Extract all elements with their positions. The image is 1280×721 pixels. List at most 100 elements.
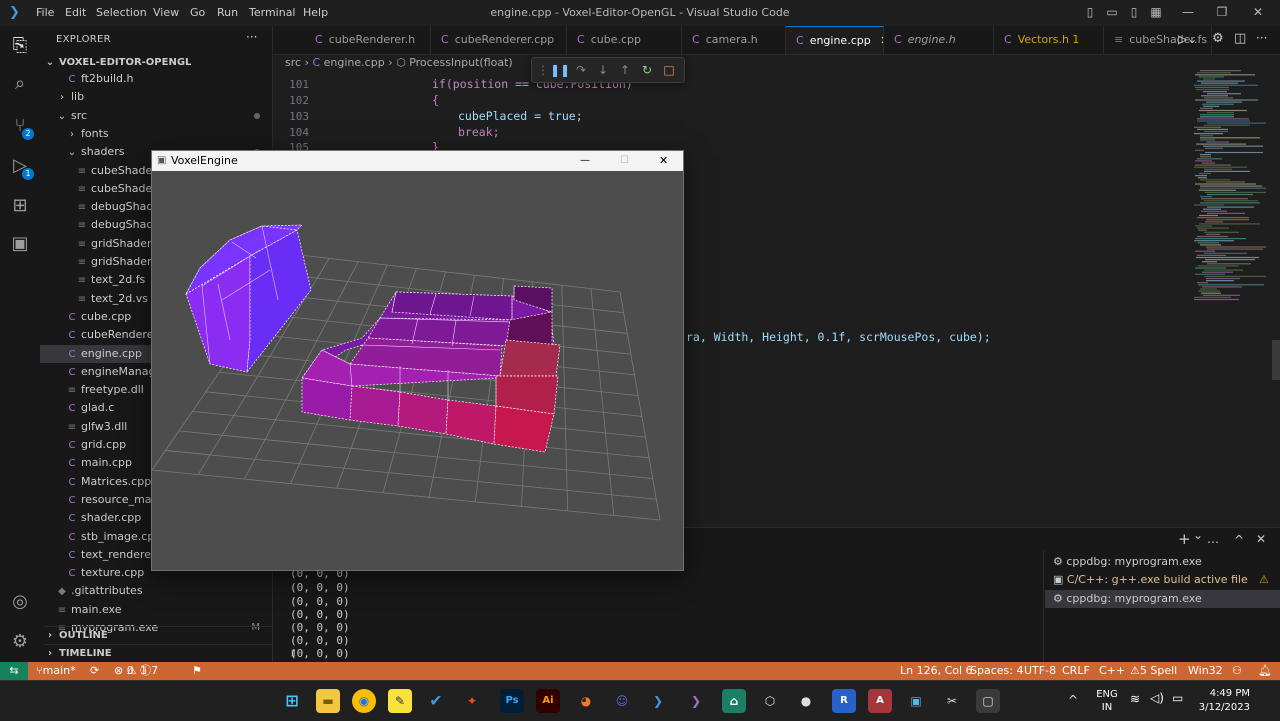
terminal-list-item[interactable]: ⚙ cppdbg: myprogram.exe [1045,553,1280,571]
menu-run[interactable]: Run [217,6,238,19]
menu-edit[interactable]: Edit [65,6,86,19]
toggle-panel-icon[interactable]: ▭ [1104,4,1120,20]
snipping-icon[interactable]: ✂ [940,689,964,713]
app-icon[interactable]: ⌂ [722,689,746,713]
tab-cuberenderer-h[interactable]: CcubeRenderer.h [305,26,431,54]
breadcrumb-symbol[interactable]: ProcessInput(float) [409,56,513,69]
step-into-icon[interactable]: ↓ [594,61,612,79]
menu-terminal[interactable]: Terminal [249,6,296,19]
end-of-line[interactable]: CRLF [1062,662,1090,680]
tab-cube-cpp[interactable]: Ccube.cpp [567,26,682,54]
wifi-icon[interactable]: ≋ [1130,692,1140,706]
search-icon[interactable]: ⌕ [8,72,32,96]
pause-icon[interactable]: ❚❚ [550,61,570,79]
notifications-icon[interactable]: 🔔︎ [1258,662,1272,680]
code-line[interactable]: { [432,93,439,107]
restart-icon[interactable]: ↻ [638,61,656,79]
restore-window-icon[interactable]: ❐ [1214,4,1230,20]
language-mode[interactable]: C++ [1099,662,1125,680]
rider-icon[interactable]: R [832,689,856,713]
minimize-window-icon[interactable]: — [1180,4,1196,20]
sticky-notes-icon[interactable]: ✎ [388,689,412,713]
voxel-engine-window[interactable]: ▣ VoxelEngine — ☐ ✕ [151,150,684,571]
language-indicator[interactable]: ENG IN [1094,688,1120,714]
new-terminal-icon[interactable]: + [1178,530,1191,548]
source-control-icon[interactable]: ⑂ 2 [8,114,34,140]
spell-check[interactable]: ⚠ 5 Spell [1130,662,1177,680]
voxel-viewport[interactable] [152,171,683,570]
tree-folder[interactable]: › lib [40,88,272,106]
tree-file[interactable]: Cft2build.h [40,70,272,88]
toggle-sidebar-icon[interactable]: ▯ [1082,4,1098,20]
cursor-position[interactable]: Ln 126, Col 6 [900,662,973,680]
minimap[interactable] [1188,70,1266,310]
tray-chevron-icon[interactable]: ^ [1068,693,1078,707]
extensions-icon[interactable]: ⊞ [8,194,32,218]
voxel-minimize-icon[interactable]: — [580,151,590,171]
file-explorer-icon[interactable]: ▬ [316,689,340,713]
tab-camera-h[interactable]: Ccamera.h [682,26,786,54]
close-panel-icon[interactable]: ✕ [1256,532,1266,546]
close-tab-icon[interactable]: ✕ [877,34,883,47]
toggle-secondary-sidebar-icon[interactable]: ▯ [1126,4,1142,20]
menu-selection[interactable]: Selection [96,6,147,19]
code-line[interactable]: break; [458,125,500,139]
visual-studio-icon[interactable]: ❯ [684,689,708,713]
chrome-icon[interactable]: ◉ [352,689,376,713]
tree-folder[interactable]: › fonts [40,125,272,143]
stop-icon[interactable]: □ [660,61,678,79]
panel-more-icon[interactable]: … [1207,532,1219,546]
indentation[interactable]: Spaces: 4 [970,662,1023,680]
voxel-maximize-icon[interactable]: ☐ [620,151,629,171]
tab-cuberenderer-cpp[interactable]: CcubeRenderer.cpp [431,26,567,54]
vscode-taskbar-icon[interactable]: ❯ [646,689,670,713]
branch-indicator[interactable]: ⑂ main* [36,662,76,680]
terminal-list-item[interactable]: ⚙ cppdbg: myprogram.exe [1045,590,1280,608]
todo-icon[interactable]: ✔ [424,689,448,713]
photoshop-icon[interactable]: Ps [500,689,524,713]
menu-go[interactable]: Go [190,6,205,19]
github-icon[interactable]: ● [794,689,818,713]
scrollbar[interactable] [1272,340,1280,380]
close-window-icon[interactable]: ✕ [1250,4,1266,20]
discord-icon[interactable]: ☺ [610,689,634,713]
voxel-close-icon[interactable]: ✕ [659,151,668,171]
more-actions-icon[interactable]: ··· [246,30,257,44]
explorer-icon[interactable]: ⎘ [8,34,32,58]
remote-explorer-icon[interactable]: ▣ [8,232,32,256]
encoding[interactable]: UTF-8 [1024,662,1056,680]
terminal-list-item[interactable]: ▣ C/C++: g++.exe build active file ⚠ [1045,571,1280,589]
editor-more-icon[interactable]: ··· [1256,31,1267,45]
remote-indicator-icon[interactable]: ⇆ [0,662,28,680]
windows-start-icon[interactable]: ⊞ [280,689,304,713]
tree-file[interactable]: ◆ .gitattributes [40,582,272,600]
step-out-icon[interactable]: ↑ [616,61,634,79]
breadcrumb-file[interactable]: engine.cpp [324,56,385,69]
step-over-icon[interactable]: ↷ [572,61,590,79]
illustrator-icon[interactable]: Ai [536,689,560,713]
breadcrumb-src[interactable]: src [285,56,301,69]
outline-section[interactable]: › OUTLINE [44,626,272,645]
platform[interactable]: Win32 [1188,662,1223,680]
editor-settings-icon[interactable]: ⚙ [1212,31,1224,46]
tree-file[interactable]: ≡ main.exe [40,601,272,619]
debug-launch-icon[interactable]: ⚑ [192,662,202,680]
sketchup-icon[interactable]: ▣ [904,689,928,713]
customize-layout-icon[interactable]: ▦ [1148,4,1164,20]
run-debug-icon[interactable]: ▷ 1 [8,154,34,180]
tab-engine-h[interactable]: Cengine.h [884,26,994,54]
problems-indicator[interactable]: ⊗ 0 ⚠ 1 ⓘ 7 [114,662,158,680]
code-line[interactable]: cubePlaced = true; [458,109,583,123]
code-line[interactable]: ra, Width, Height, 0.1f, scrMousePos, cu… [686,330,991,344]
terminal-dropdown-icon[interactable]: ⌄ [1193,528,1203,542]
account-icon[interactable]: ◎ [8,590,32,614]
blender-icon[interactable]: ◕ [574,689,598,713]
figma-icon[interactable]: ✦ [460,689,484,713]
sync-icon[interactable]: ⟳ [90,662,99,680]
timeline-section[interactable]: › TIMELINE [44,644,272,663]
menu-help[interactable]: Help [303,6,328,19]
access-icon[interactable]: A [868,689,892,713]
volume-icon[interactable]: ◁) [1150,691,1164,705]
feedback-icon[interactable]: ⚇ [1232,662,1242,680]
maximize-panel-icon[interactable]: ^ [1234,533,1244,547]
